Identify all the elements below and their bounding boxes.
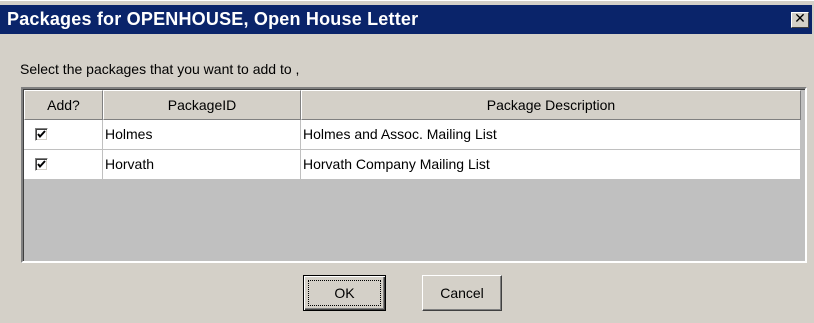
checkmark-icon <box>37 130 46 139</box>
package-id-cell[interactable]: Horvath <box>103 150 301 180</box>
instruction-text: Select the packages that you want to add… <box>20 61 300 77</box>
ok-button-label: OK <box>308 280 381 306</box>
column-header-package-description[interactable]: Package Description <box>301 90 801 120</box>
close-icon: ✕ <box>794 11 806 27</box>
title-bar: Packages for OPENHOUSE, Open House Lette… <box>0 5 812 34</box>
package-description-cell[interactable]: Holmes and Assoc. Mailing List <box>301 120 801 150</box>
column-header-add[interactable]: Add? <box>24 90 103 120</box>
checkmark-icon <box>37 160 46 169</box>
add-cell <box>24 120 103 150</box>
table-row[interactable]: Horvath Horvath Company Mailing List <box>24 150 801 180</box>
add-cell <box>24 150 103 180</box>
package-id-cell[interactable]: Holmes <box>103 120 301 150</box>
cancel-button[interactable]: Cancel <box>422 275 502 311</box>
packages-grid[interactable]: Add? PackageID Package Description Holme… <box>21 87 807 263</box>
package-description-cell[interactable]: Horvath Company Mailing List <box>301 150 801 180</box>
table-row[interactable]: Holmes Holmes and Assoc. Mailing List <box>24 120 801 150</box>
close-button[interactable]: ✕ <box>791 12 809 28</box>
add-checkbox[interactable] <box>35 128 48 141</box>
packages-dialog: Packages for OPENHOUSE, Open House Lette… <box>0 0 814 323</box>
add-checkbox[interactable] <box>35 158 48 171</box>
column-header-package-id[interactable]: PackageID <box>103 90 301 120</box>
window-title: Packages for OPENHOUSE, Open House Lette… <box>7 9 419 29</box>
grid-header: Add? PackageID Package Description <box>24 90 801 120</box>
ok-button[interactable]: OK <box>303 275 386 311</box>
